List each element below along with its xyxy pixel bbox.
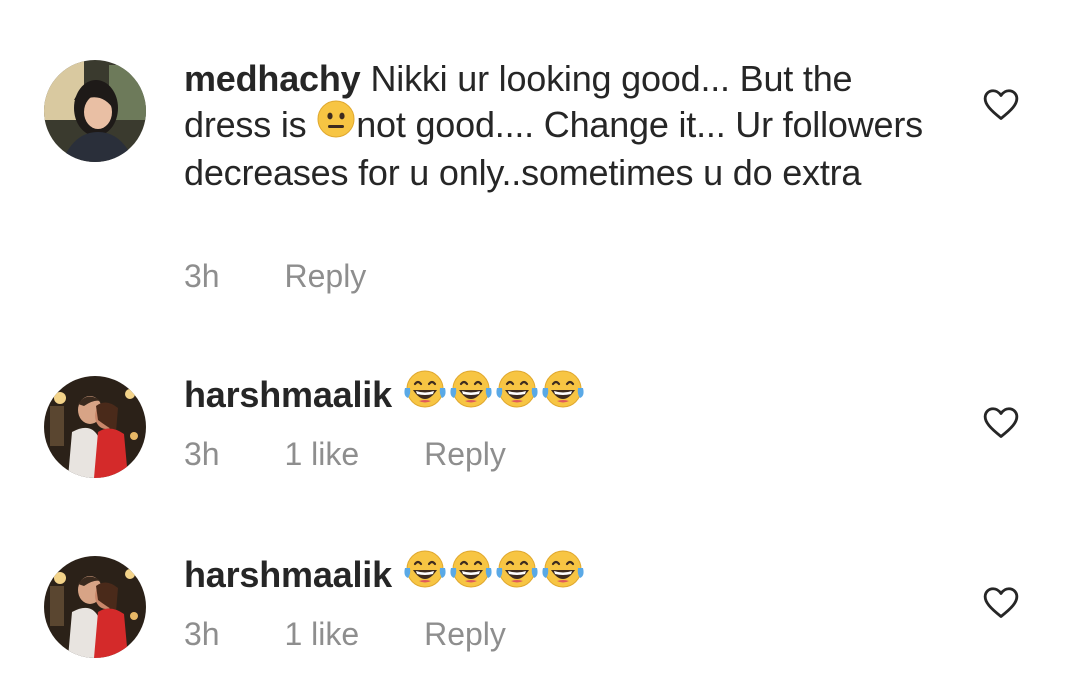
face-with-tears-of-joy-icon	[402, 368, 448, 421]
face-with-tears-of-joy-icon	[402, 548, 448, 601]
comment-text: medhachy Nikki ur looking good... But the…	[184, 56, 944, 196]
reply-button[interactable]: Reply	[424, 616, 506, 652]
face-with-tears-of-joy-icon	[540, 548, 586, 601]
comment-text: harshmaalik	[184, 370, 944, 421]
comment-timestamp: 3h	[184, 258, 220, 294]
avatar[interactable]	[44, 376, 146, 478]
comment-username[interactable]: medhachy	[184, 58, 361, 99]
heart-icon[interactable]	[982, 86, 1020, 124]
comment-meta: 3h 1 like Reply	[184, 436, 562, 473]
face-with-tears-of-joy-icon	[448, 548, 494, 601]
comment-timestamp: 3h	[184, 616, 220, 652]
neutral-face-icon	[316, 99, 356, 150]
avatar-image	[44, 376, 146, 478]
like-count[interactable]: 1 like	[284, 616, 359, 652]
avatar[interactable]	[44, 556, 146, 658]
avatar-image	[44, 60, 146, 162]
comment-username[interactable]: harshmaalik	[184, 554, 392, 595]
reply-button[interactable]: Reply	[424, 436, 506, 472]
avatar[interactable]	[44, 60, 146, 162]
face-with-tears-of-joy-icon	[448, 368, 494, 421]
comment-meta: 3h 1 like Reply	[184, 616, 562, 653]
comment-username[interactable]: harshmaalik	[184, 374, 392, 415]
comment-timestamp: 3h	[184, 436, 220, 472]
heart-icon[interactable]	[982, 404, 1020, 442]
face-with-tears-of-joy-icon	[540, 368, 586, 421]
comment-text: harshmaalik	[184, 550, 944, 601]
face-with-tears-of-joy-icon	[494, 548, 540, 601]
face-with-tears-of-joy-icon	[494, 368, 540, 421]
comment-meta: 3h Reply	[184, 258, 422, 295]
reply-button[interactable]: Reply	[284, 258, 366, 294]
heart-icon[interactable]	[982, 584, 1020, 622]
like-count[interactable]: 1 like	[284, 436, 359, 472]
avatar-image	[44, 556, 146, 658]
